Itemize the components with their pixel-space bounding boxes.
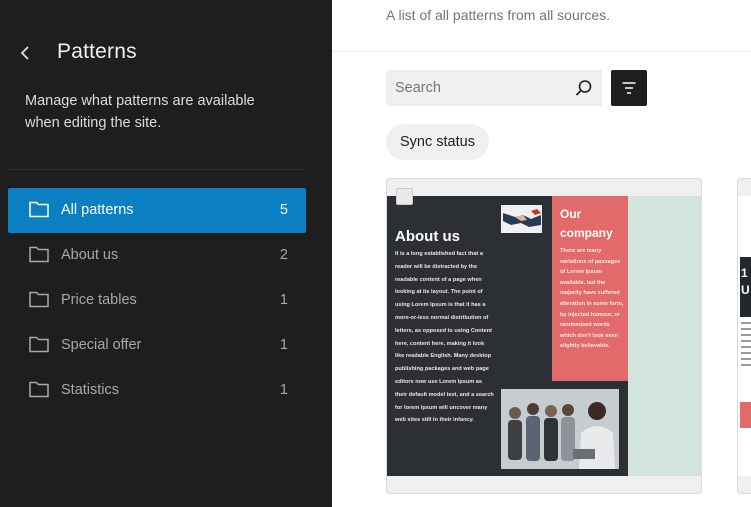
- nav-item-label: All patterns: [61, 202, 134, 218]
- nav-item-special-offer[interactable]: Special offer 1: [8, 323, 306, 368]
- preview-letter: U: [741, 283, 750, 297]
- preview-team-image: [501, 389, 619, 469]
- nav-item-count: 2: [279, 247, 288, 263]
- nav-item-label: Price tables: [61, 292, 137, 308]
- preview-red-block: [740, 402, 751, 428]
- nav-item-label: Statistics: [61, 382, 120, 398]
- chevron-left-icon: [20, 46, 29, 60]
- main-content: A list of all patterns from all sources.…: [332, 0, 751, 507]
- search-input[interactable]: [386, 70, 566, 106]
- header-divider: [332, 51, 751, 52]
- back-button[interactable]: [16, 42, 36, 64]
- preview-company-section: Our company There are many variations of…: [552, 196, 628, 381]
- folder-icon: [29, 381, 49, 398]
- pattern-card-partial[interactable]: 1 U: [737, 178, 751, 494]
- pattern-preview-partial: 1 U: [738, 196, 751, 476]
- filter-button[interactable]: [611, 70, 647, 106]
- page-description: A list of all patterns from all sources.: [386, 7, 611, 23]
- team-photo-icon: [501, 389, 619, 469]
- filter-icon: [622, 82, 636, 94]
- search-box: [386, 70, 602, 106]
- folder-icon: [29, 336, 49, 353]
- sidebar: Patterns Manage what patterns are availa…: [0, 0, 332, 507]
- patterns-screen: Patterns Manage what patterns are availa…: [0, 0, 751, 507]
- category-nav: All patterns 5 About us 2 Price tables 1: [8, 188, 306, 413]
- preview-company-title: Our company: [560, 207, 613, 240]
- folder-icon: [29, 246, 49, 263]
- nav-item-about-us[interactable]: About us 2: [8, 233, 306, 278]
- folder-icon: [29, 291, 49, 308]
- nav-item-label: About us: [61, 247, 119, 263]
- pattern-select-checkbox[interactable]: [396, 188, 413, 205]
- pattern-preview: About us It is a long established fact t…: [387, 196, 701, 476]
- nav-item-count: 1: [279, 337, 288, 353]
- pattern-card[interactable]: About us It is a long established fact t…: [386, 178, 702, 494]
- nav-item-statistics[interactable]: Statistics 1: [8, 368, 306, 413]
- sync-status-filter[interactable]: Sync status: [386, 124, 489, 160]
- nav-item-count: 5: [279, 202, 288, 218]
- preview-about-section: About us It is a long established fact t…: [387, 196, 628, 476]
- nav-item-count: 1: [279, 292, 288, 308]
- nav-item-count: 1: [279, 382, 288, 398]
- nav-item-all-patterns[interactable]: All patterns 5: [8, 188, 306, 233]
- sidebar-divider: [8, 169, 306, 170]
- preview-about-text: It is a long established fact that a rea…: [395, 251, 494, 424]
- nav-item-price-tables[interactable]: Price tables 1: [8, 278, 306, 323]
- nav-item-label: Special offer: [61, 337, 142, 353]
- folder-icon: [29, 201, 49, 218]
- handshake-image-icon: [501, 205, 542, 233]
- search-icon[interactable]: [575, 79, 593, 97]
- sidebar-description: Manage what patterns are available when …: [25, 93, 255, 131]
- sidebar-title: Patterns: [57, 40, 137, 63]
- preview-about-title: About us: [395, 228, 460, 245]
- preview-number: 1: [741, 266, 748, 280]
- preview-company-text: There are many variations of passages of…: [560, 248, 624, 350]
- preview-handshake-image: [501, 205, 542, 233]
- preview-text-lines: [741, 322, 751, 370]
